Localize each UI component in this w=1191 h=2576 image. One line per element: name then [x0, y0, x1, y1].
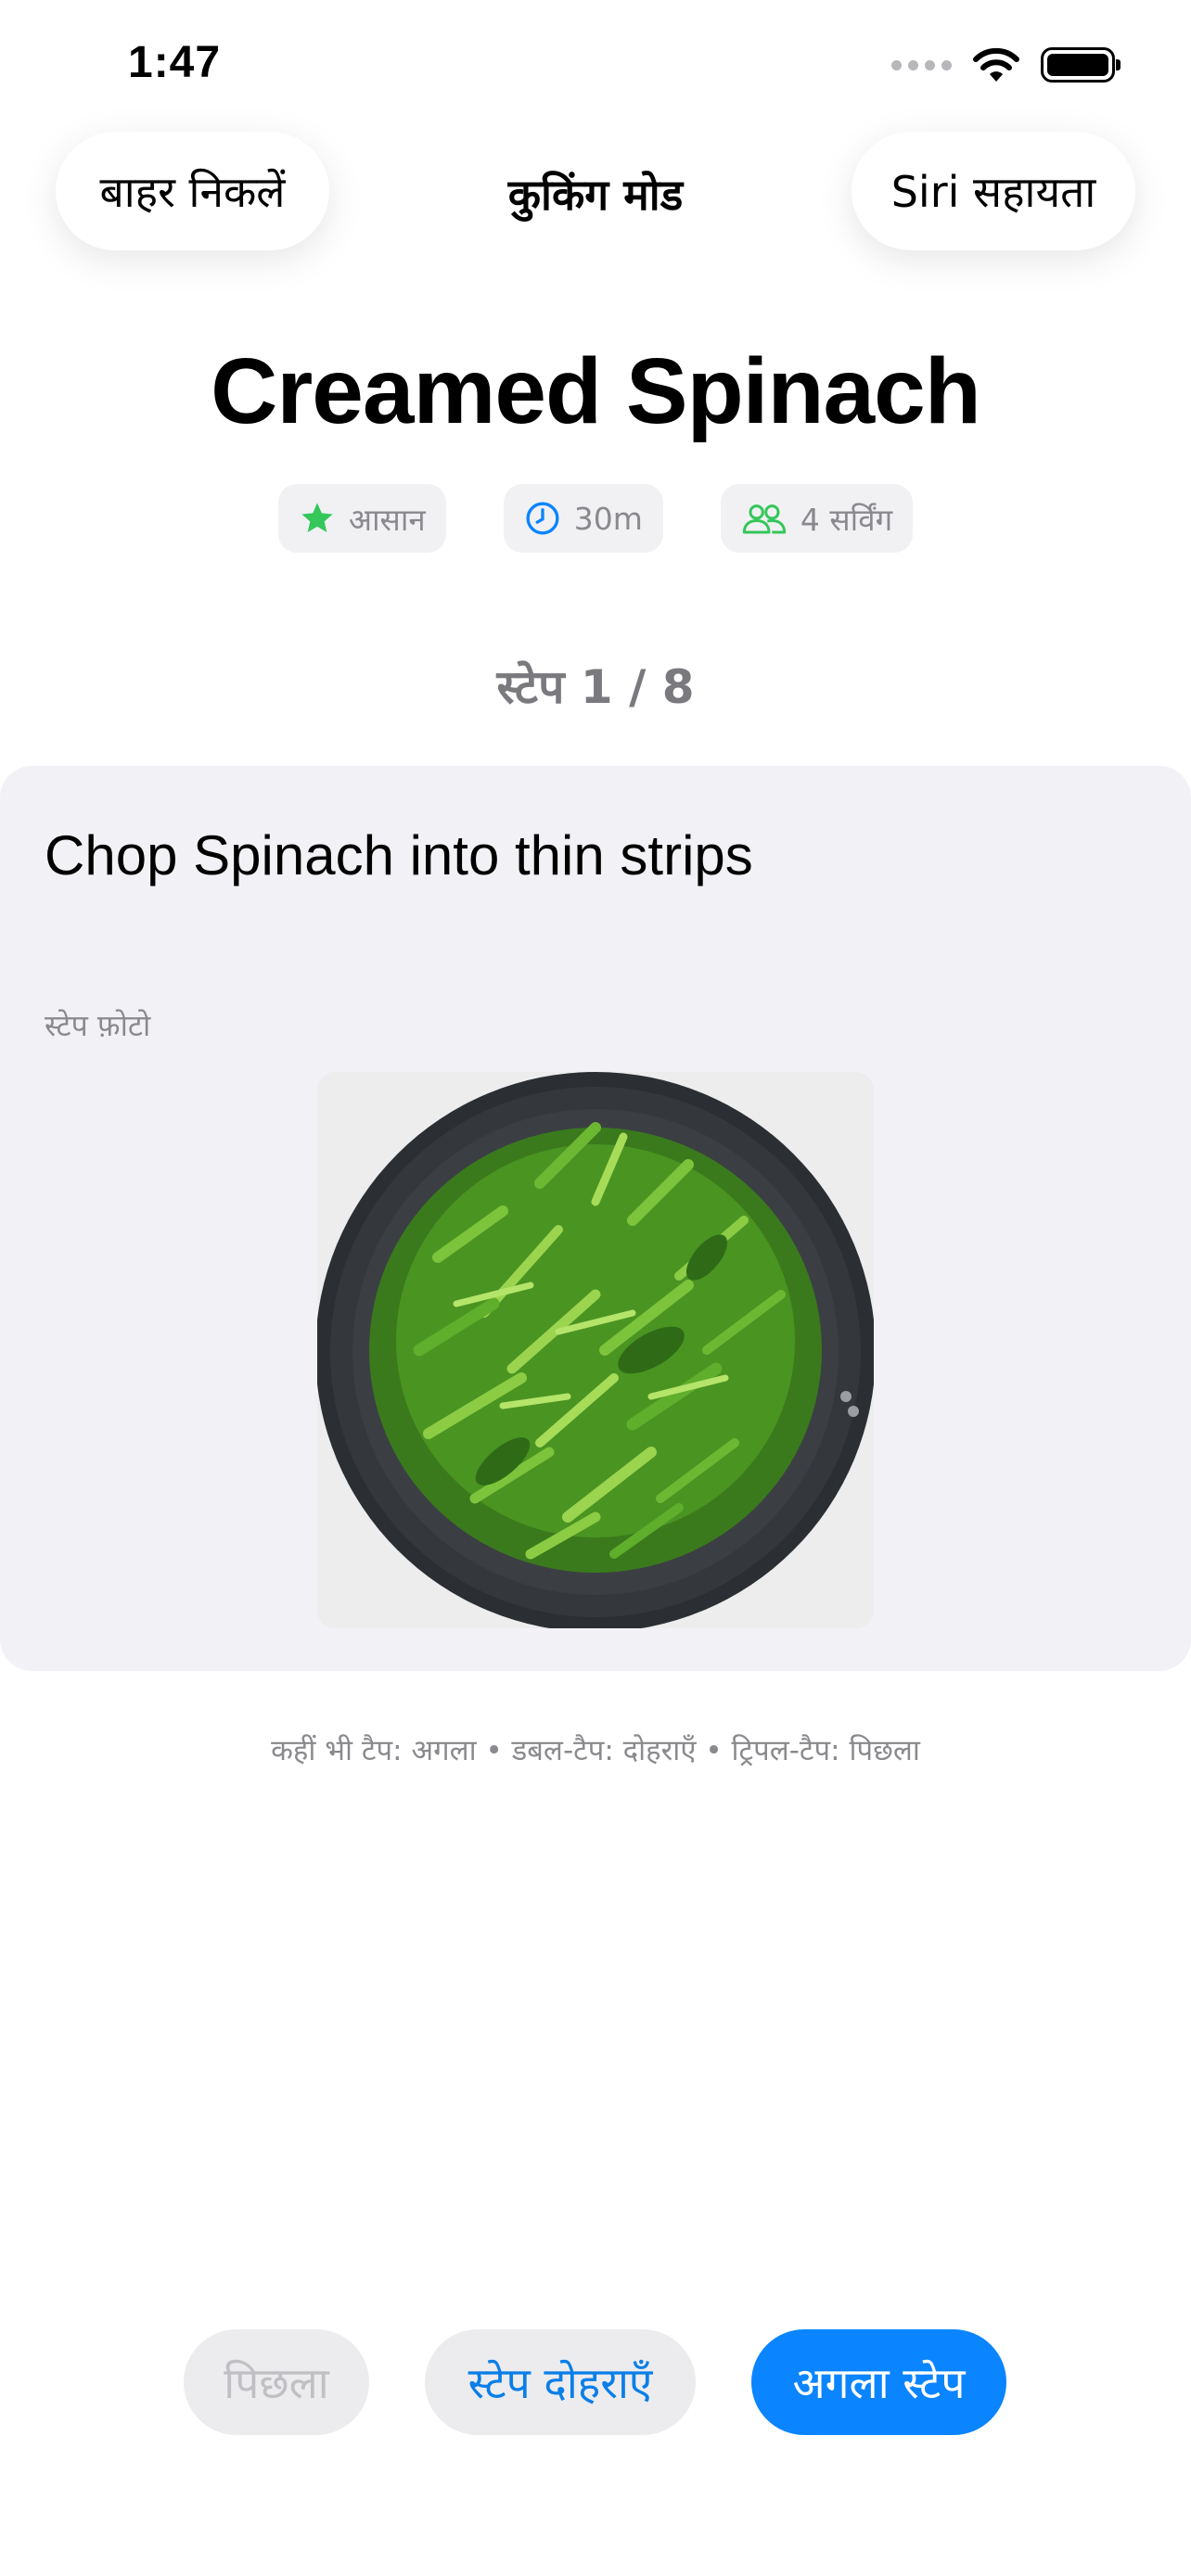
next-step-button[interactable]: अगला स्टेप: [751, 2329, 1006, 2435]
chopped-spinach-pan-image: [317, 1072, 874, 1628]
recipe-meta-chips: आसान 30m 4 सर्विंग: [0, 484, 1191, 553]
people-icon: [742, 504, 787, 534]
star-icon: [301, 503, 333, 532]
time-label: 30m: [573, 500, 643, 537]
step-photo-label: स्टेप फ़ोटो: [45, 1008, 151, 1043]
difficulty-label: आसान: [348, 501, 426, 538]
status-time: 1:47: [128, 38, 222, 87]
servings-label: 4 सर्विंग: [800, 501, 893, 538]
gesture-hint: कहीं भी टैप: अगला • डबल-टैप: दोहराएँ • ट…: [271, 1734, 920, 1767]
previous-step-button[interactable]: पिछला: [184, 2329, 369, 2435]
cellular-signal-icon: [891, 59, 952, 70]
step-photo: [317, 1072, 874, 1628]
time-chip: 30m: [503, 484, 663, 553]
step-card[interactable]: Chop Spinach into thin strips स्टेप फ़ोट…: [0, 766, 1191, 1671]
servings-chip: 4 सर्विंग: [720, 484, 914, 553]
status-icons: [891, 46, 1121, 83]
wifi-icon: [973, 47, 1019, 82]
step-instruction: Chop Spinach into thin strips: [45, 824, 753, 886]
siri-assist-button[interactable]: Siri सहायता: [852, 132, 1135, 250]
status-bar: 1:47: [0, 0, 1191, 130]
step-counter: स्टेप 1 / 8: [496, 660, 695, 714]
clock-icon: [526, 502, 559, 535]
repeat-step-button[interactable]: स्टेप दोहराएँ: [425, 2329, 696, 2435]
difficulty-chip: आसान: [277, 484, 446, 553]
battery-icon: [1041, 47, 1121, 83]
recipe-title: Creamed Spinach: [211, 339, 981, 443]
